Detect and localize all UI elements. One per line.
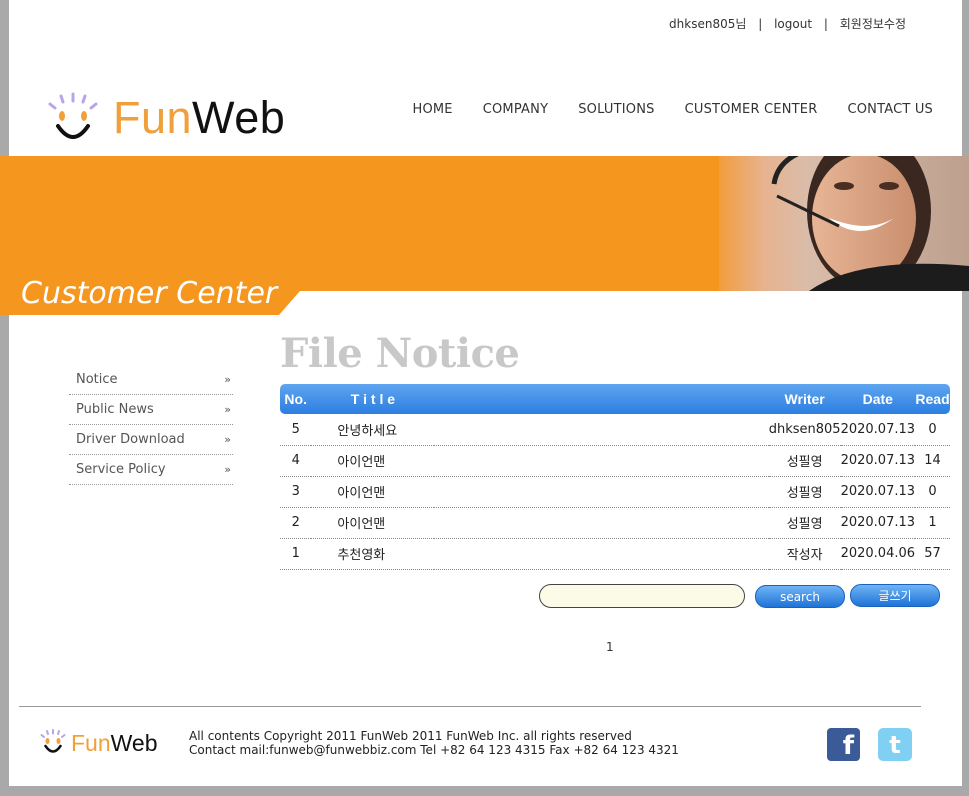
page: dhksen805님 | logout | 회원정보수정 FunWeb HOME… [0, 0, 969, 786]
logo-text: FunWeb [113, 92, 285, 144]
banner-title: Customer Center [21, 276, 278, 311]
cell-no: 1 [280, 538, 312, 570]
write-button[interactable]: 글쓰기 [850, 584, 940, 607]
table-row[interactable]: 3 아이언맨 성필영 2020.07.13 0 [280, 476, 950, 508]
cell-writer: dhksen805 [768, 414, 841, 446]
support-agent-image [719, 156, 969, 291]
banner [0, 156, 969, 291]
cell-no: 3 [280, 476, 312, 508]
page-link-current[interactable]: 1 [606, 640, 614, 654]
cell-read: 0 [915, 414, 950, 446]
col-date: Date [840, 384, 916, 414]
cell-read: 1 [915, 507, 950, 539]
cell-title-link[interactable]: 안녕하세요 [311, 414, 769, 446]
cell-title-link[interactable]: 아이언맨 [311, 476, 769, 508]
separator: | [758, 17, 763, 31]
sidebar-item-label: Public News [76, 402, 154, 417]
logo[interactable]: FunWeb [45, 92, 305, 148]
notice-table: No. T i t l e Writer Date Read 5 안녕하세요 d… [280, 384, 950, 570]
page-title: File Notice [280, 330, 520, 377]
top-links: dhksen805님 | logout | 회원정보수정 [669, 15, 906, 32]
nav-solutions[interactable]: SOLUTIONS [578, 102, 654, 117]
smiley-logo-icon [48, 92, 98, 139]
username-label: dhksen805님 [669, 17, 747, 31]
search-input[interactable] [539, 584, 745, 608]
search-button[interactable]: search [755, 585, 845, 608]
logo-fun: Fun [113, 92, 193, 143]
pagination: 1 [606, 640, 614, 654]
cell-no: 2 [280, 507, 312, 539]
facebook-icon[interactable]: f [827, 728, 860, 761]
logout-link[interactable]: logout [774, 17, 812, 31]
footer-copyright: All contents Copyright 2011 FunWeb 2011 … [189, 729, 632, 743]
smiley-logo-icon [40, 729, 66, 753]
nav-contact-us[interactable]: CONTACT US [847, 102, 933, 117]
logo-web: Web [192, 92, 286, 143]
cell-title-link[interactable]: 아이언맨 [311, 507, 769, 539]
table-row[interactable]: 4 아이언맨 성필영 2020.07.13 14 [280, 445, 950, 477]
cell-no: 4 [280, 445, 312, 477]
col-spacer [434, 384, 769, 414]
cell-date: 2020.07.13 [840, 476, 916, 508]
cell-writer: 작성자 [768, 538, 841, 570]
twitter-icon[interactable]: t [878, 728, 912, 761]
cell-read: 0 [915, 476, 950, 508]
sidebar-item-label: Notice [76, 372, 118, 387]
cell-date: 2020.07.13 [840, 414, 916, 446]
cell-date: 2020.04.06 [840, 538, 916, 570]
sidebar-item-service-policy[interactable]: Service Policy » [69, 455, 233, 485]
cell-writer: 성필영 [768, 476, 841, 508]
cell-writer: 성필영 [768, 507, 841, 539]
cell-read: 14 [915, 445, 950, 477]
col-title: T i t l e [311, 384, 435, 414]
logo-web: Web [110, 730, 158, 756]
sidebar-item-label: Service Policy [76, 462, 166, 477]
chevron-right-icon: » [224, 433, 231, 446]
footer-divider [19, 706, 921, 707]
sidebar-item-notice[interactable]: Notice » [69, 365, 233, 395]
footer-text: All contents Copyright 2011 FunWeb 2011 … [189, 729, 679, 757]
nav-home[interactable]: HOME [412, 102, 452, 117]
cell-no: 5 [280, 414, 312, 446]
cell-date: 2020.07.13 [840, 445, 916, 477]
col-no: No. [280, 384, 312, 414]
sidebar-item-label: Driver Download [76, 432, 185, 447]
table-header-row: No. T i t l e Writer Date Read [280, 384, 950, 414]
nav-customer-center[interactable]: CUSTOMER CENTER [685, 102, 818, 117]
col-read: Read [915, 384, 950, 414]
footer-contact: Contact mail:funweb@funwebbiz.com Tel +8… [189, 743, 679, 757]
cell-date: 2020.07.13 [840, 507, 916, 539]
col-writer: Writer [768, 384, 841, 414]
table-row[interactable]: 1 추천영화 작성자 2020.04.06 57 [280, 538, 950, 570]
banner-photo [719, 156, 969, 291]
sidebar: Notice » Public News » Driver Download »… [69, 365, 233, 485]
chevron-right-icon: » [224, 403, 231, 416]
chevron-right-icon: » [224, 373, 231, 386]
table-row[interactable]: 2 아이언맨 성필영 2020.07.13 1 [280, 507, 950, 539]
chevron-right-icon: » [224, 463, 231, 476]
cell-read: 57 [915, 538, 950, 570]
cell-title-link[interactable]: 추천영화 [311, 538, 769, 570]
sidebar-item-driver-download[interactable]: Driver Download » [69, 425, 233, 455]
main-nav: HOME COMPANY SOLUTIONS CUSTOMER CENTER C… [412, 102, 933, 117]
cell-writer: 성필영 [768, 445, 841, 477]
footer-logo-text: FunWeb [71, 730, 158, 757]
separator: | [823, 17, 828, 31]
edit-profile-link[interactable]: 회원정보수정 [840, 15, 906, 32]
logo-fun: Fun [71, 730, 111, 756]
nav-company[interactable]: COMPANY [483, 102, 549, 117]
sidebar-item-public-news[interactable]: Public News » [69, 395, 233, 425]
cell-title-link[interactable]: 아이언맨 [311, 445, 769, 477]
table-row[interactable]: 5 안녕하세요 dhksen805 2020.07.13 0 [280, 414, 950, 446]
